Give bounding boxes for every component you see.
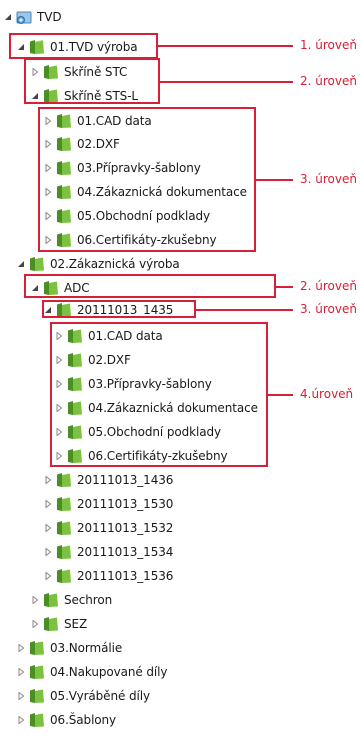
expanded-arrow-icon[interactable] <box>16 254 26 274</box>
folder-icon <box>56 496 72 512</box>
collapsed-arrow-icon[interactable] <box>16 638 26 658</box>
tree-item-top[interactable]: 06.Šablony <box>16 710 116 730</box>
folder-icon <box>29 688 45 704</box>
tree-item-sez[interactable]: SEZ <box>30 614 87 634</box>
connector-line <box>268 394 293 396</box>
folder-icon <box>43 592 59 608</box>
tree-item-label: 20111013_1530 <box>77 497 174 511</box>
connector-line <box>158 45 293 47</box>
highlight-level3b-box <box>42 300 196 318</box>
collapsed-arrow-icon[interactable] <box>43 518 53 538</box>
tree-root-label: TVD <box>37 10 62 24</box>
tree-item-label: 20111013_1532 <box>77 521 174 535</box>
folder-icon <box>56 472 72 488</box>
tree-item-run[interactable]: 20111013_1536 <box>43 566 173 586</box>
tree-item-label: 05.Vyráběné díly <box>50 689 150 703</box>
tree-item-label: 20111013_1536 <box>77 569 174 583</box>
highlight-level3a-box <box>38 107 256 252</box>
connector-line <box>256 179 293 181</box>
tree-item-label: 03.Normálie <box>50 641 123 655</box>
annotation-level2b: 2. úroveň <box>300 279 357 293</box>
folder-icon <box>43 616 59 632</box>
highlight-level1-box <box>9 33 158 59</box>
tree-item-run[interactable]: 20111013_1532 <box>43 518 173 538</box>
tree-item-label: SEZ <box>64 617 88 631</box>
folder-icon <box>56 568 72 584</box>
tree-item-label: 20111013_1534 <box>77 545 174 559</box>
tree-item-label: Sechron <box>64 593 113 607</box>
tree-item-top[interactable]: 05.Vyráběné díly <box>16 686 150 706</box>
network-folder-icon <box>16 9 32 25</box>
annotation-level3b: 3. úroveň <box>300 302 357 316</box>
folder-icon <box>29 256 45 272</box>
expanded-arrow-icon[interactable] <box>3 7 13 27</box>
collapsed-arrow-icon[interactable] <box>43 494 53 514</box>
connector-line <box>196 309 293 311</box>
annotation-level3a: 3. úroveň <box>300 172 357 186</box>
annotation-level2a: 2. úroveň <box>300 74 357 88</box>
folder-icon <box>56 544 72 560</box>
connector-line <box>276 286 293 288</box>
highlight-level4-box <box>50 322 268 467</box>
folder-icon <box>29 712 45 728</box>
annotation-level1: 1. úroveň <box>300 38 357 52</box>
annotation-level4: 4.úroveň <box>300 387 354 401</box>
collapsed-arrow-icon[interactable] <box>43 566 53 586</box>
highlight-level2a-box <box>24 58 160 104</box>
tree-item-run[interactable]: 20111013_1436 <box>43 470 173 490</box>
tree-item-run[interactable]: 20111013_1534 <box>43 542 173 562</box>
tree-item-top[interactable]: 03.Normálie <box>16 638 122 658</box>
collapsed-arrow-icon[interactable] <box>16 686 26 706</box>
tree-item-label: 02.Zákaznická výroba <box>50 257 180 271</box>
collapsed-arrow-icon[interactable] <box>16 710 26 730</box>
tree-item-run[interactable]: 20111013_1530 <box>43 494 173 514</box>
tree-root[interactable]: TVD <box>3 7 62 27</box>
tree-item-zakaznicka-vyroba[interactable]: 02.Zákaznická výroba <box>16 254 180 274</box>
collapsed-arrow-icon[interactable] <box>30 590 40 610</box>
folder-icon <box>29 640 45 656</box>
tree-item-label: 20111013_1436 <box>77 473 174 487</box>
collapsed-arrow-icon[interactable] <box>43 542 53 562</box>
tree-item-label: 06.Šablony <box>50 713 117 727</box>
connector-line <box>160 81 293 83</box>
folder-icon <box>29 664 45 680</box>
collapsed-arrow-icon[interactable] <box>16 662 26 682</box>
tree-item-top[interactable]: 04.Nakupované díly <box>16 662 168 682</box>
tree-item-sechron[interactable]: Sechron <box>30 590 112 610</box>
tree-item-label: 04.Nakupované díly <box>50 665 168 679</box>
collapsed-arrow-icon[interactable] <box>43 470 53 490</box>
collapsed-arrow-icon[interactable] <box>30 614 40 634</box>
highlight-level2b-box <box>24 274 276 298</box>
folder-icon <box>56 520 72 536</box>
